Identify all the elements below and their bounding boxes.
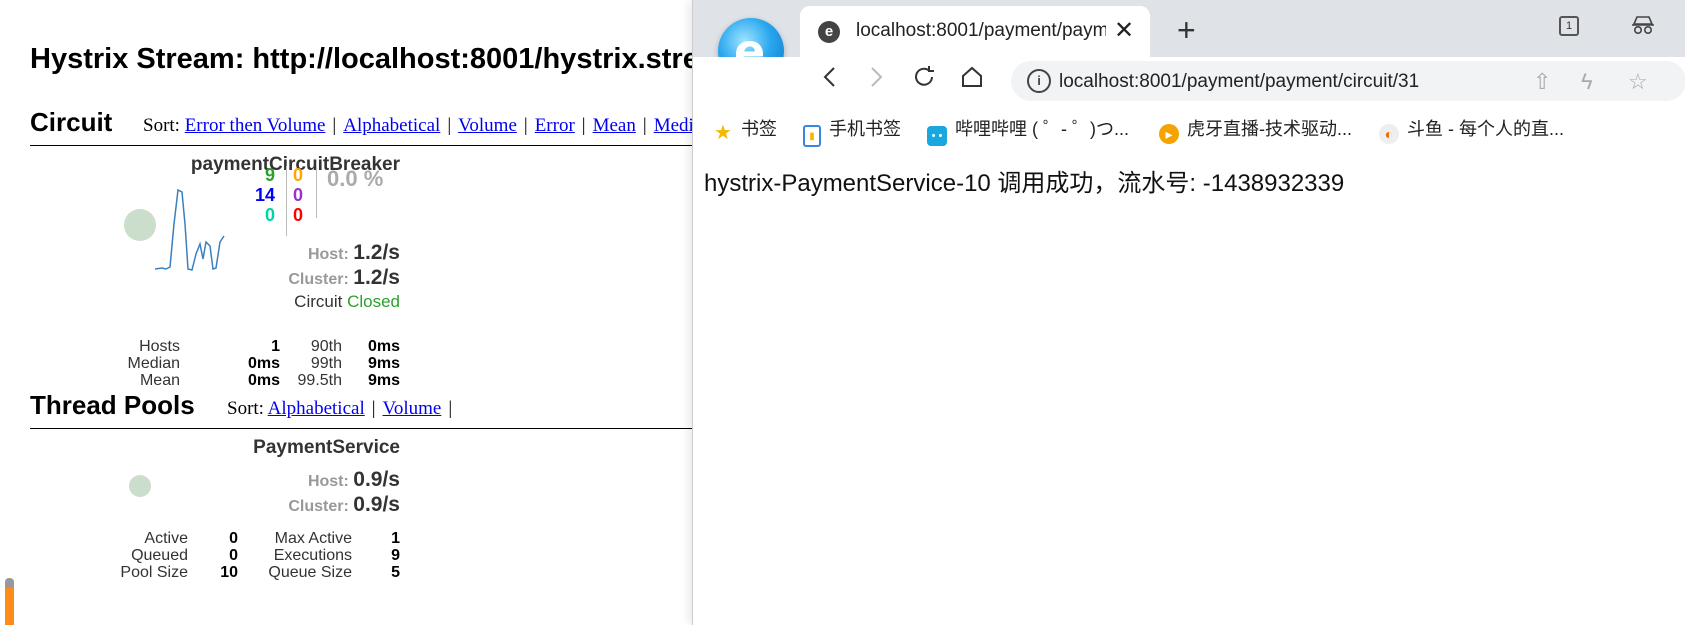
info-icon[interactable]: i (1027, 69, 1051, 93)
failure-count: 0 (292, 205, 303, 225)
divider (316, 166, 317, 218)
thread-pool-card: PaymentService Host: 0.9/s Cluster: 0.9/… (30, 433, 400, 583)
address-bar[interactable]: i localhost:8001/payment/payment/circuit… (1011, 61, 1685, 101)
scrollbar-thumb[interactable] (5, 578, 14, 625)
page-content: hystrix-PaymentService-10 调用成功，流水号: -143… (693, 147, 1685, 625)
pool-name: PaymentService (253, 437, 400, 458)
active-value: 0 (229, 530, 238, 547)
cluster-label: Cluster: (288, 498, 349, 515)
hosts-value: 1 (271, 338, 280, 355)
thread-pools-section-header: Thread Pools Sort: Alphabetical | Volume | (30, 390, 700, 429)
circuit-status-label: Circuit (294, 292, 343, 311)
circuit-heading: Circuit (30, 107, 113, 137)
circuit-status-value: Closed (347, 292, 400, 311)
new-tab-icon[interactable]: + (1177, 12, 1196, 49)
bookmarks-bar: ★ 书签 ▮ 手机书签 • • 哔哩哔哩 ( ゜- ゜)つ... ▸ 虎牙直播-技术驱动… (693, 107, 1685, 147)
response-text: hystrix-PaymentService-10 调用成功，流水号: -143… (704, 170, 1345, 197)
bookmark-item[interactable]: • • 哔哩哔哩 ( ゜- ゜)つ... (927, 115, 1129, 146)
median-label: Median (127, 355, 180, 372)
short-circuited-count: 14 (254, 185, 275, 205)
circuit-section-header: Circuit Sort: Error then Volume | Alphabet… (30, 107, 700, 146)
max-active-value: 1 (391, 530, 400, 547)
bookmark-item[interactable]: ◐ 斗鱼 - 每个人的直... (1379, 115, 1564, 144)
browser-window: e localhost:8001/payment/payment/circuit… (692, 0, 1685, 625)
host-label: Host: (307, 473, 349, 490)
reload-icon[interactable] (912, 65, 936, 96)
tab-favicon-icon: e (818, 21, 840, 43)
home-icon[interactable] (960, 65, 984, 96)
hosts-label: Hosts (139, 338, 180, 355)
active-label: Active (144, 530, 188, 547)
circuit-host-rate: Host: 1.2/s (308, 241, 400, 265)
tab-title: localhost:8001/payment/payment/circuit/3… (856, 20, 1106, 41)
thread-pools-heading: Thread Pools (30, 390, 195, 420)
host-rate-value: 1.2/s (353, 241, 400, 264)
queue-size-value: 5 (391, 564, 400, 581)
pool-health-bubble (129, 475, 151, 497)
circuit-status: Circuit Closed (294, 292, 400, 312)
huya-icon: ▸ (1159, 124, 1179, 144)
circuit-cluster-rate: Cluster: 1.2/s (288, 266, 400, 290)
max-active-label: Max Active (274, 530, 352, 547)
tab-close-icon[interactable]: ✕ (1114, 16, 1134, 45)
sort-error-volume-link[interactable]: Error then Volume (185, 115, 326, 136)
host-rate-value: 0.9/s (353, 468, 400, 491)
circuit-card: paymentCircuitBreaker 9 14 0 0 0 0 0.0 %… (30, 150, 400, 388)
browser-titlebar: e localhost:8001/payment/payment/circuit… (693, 0, 1685, 57)
mean-value: 0ms (247, 372, 280, 388)
bookmark-item[interactable]: ★ 书签 (713, 115, 777, 143)
p99-value: 9ms (367, 355, 400, 372)
queue-size-label: Queue Size (268, 564, 352, 581)
sort-label: Sort: (227, 398, 264, 419)
p90-value: 0ms (367, 338, 400, 355)
phone-bookmark-icon: ▮ (803, 125, 821, 147)
median-value: 0ms (247, 355, 280, 372)
executions-label: Executions (273, 547, 352, 564)
sort-error-link[interactable]: Error (535, 115, 575, 136)
pool-host-rate: Host: 0.9/s (308, 468, 400, 492)
sort-label: Sort: (143, 115, 180, 136)
douyu-icon: ◐ (1379, 124, 1399, 144)
queued-value: 0 (229, 547, 238, 564)
host-label: Host: (307, 246, 349, 263)
star-icon: ★ (714, 122, 732, 144)
bookmark-item[interactable]: ▮ 手机书签 (803, 115, 901, 147)
hystrix-dashboard: Hystrix Stream: http://localhost:8001/hy… (0, 0, 700, 625)
star-icon[interactable]: ☆ (1628, 69, 1648, 95)
back-icon[interactable] (819, 65, 841, 96)
rejected-count: 0 (292, 185, 303, 205)
dashboard-title: Hystrix Stream: http://localhost:8001/hy… (30, 43, 700, 75)
tab-count-icon[interactable]: 1 (1559, 16, 1579, 36)
mean-label: Mean (139, 372, 180, 388)
pool-size-label: Pool Size (120, 564, 188, 581)
address-text[interactable]: localhost:8001/payment/payment/circuit/3… (1059, 71, 1419, 93)
forward-icon[interactable] (865, 65, 887, 96)
share-icon[interactable]: ⇧ (1533, 69, 1551, 95)
circuit-sort-bar: Sort: Error then Volume | Alphabetical | Vol… (143, 115, 700, 137)
success-count: 9 (264, 165, 275, 185)
lightning-icon[interactable]: ϟ (1581, 69, 1593, 95)
sort-volume-link[interactable]: Volume (458, 115, 517, 136)
error-percentage: 0.0 % (327, 166, 384, 191)
pool-size-value: 10 (220, 564, 238, 581)
timeout-count: 0 (292, 165, 303, 185)
bookmark-item[interactable]: ▸ 虎牙直播-技术驱动... (1159, 115, 1352, 144)
sort-alphabetical-link[interactable]: Alphabetical (343, 115, 440, 136)
pool-cluster-rate: Cluster: 0.9/s (288, 493, 400, 517)
bad-request-count: 0 (264, 205, 275, 225)
queued-label: Queued (131, 547, 188, 564)
navigation-bar: i localhost:8001/payment/payment/circuit… (693, 57, 1685, 107)
pool-sort-volume-link[interactable]: Volume (383, 398, 442, 419)
incognito-icon[interactable] (1631, 14, 1655, 41)
cluster-rate-value: 0.9/s (353, 493, 400, 516)
active-tab[interactable]: e localhost:8001/payment/payment/circuit… (800, 6, 1150, 57)
sort-mean-link[interactable]: Mean (593, 115, 636, 136)
cluster-rate-value: 1.2/s (353, 266, 400, 289)
pool-sort-alphabetical-link[interactable]: Alphabetical (268, 398, 365, 419)
thread-sort-bar: Sort: Alphabetical | Volume | (227, 398, 453, 419)
bilibili-icon: • • (927, 126, 947, 146)
cluster-label: Cluster: (288, 271, 349, 288)
executions-value: 9 (391, 547, 400, 564)
p995-value: 9ms (367, 372, 400, 388)
